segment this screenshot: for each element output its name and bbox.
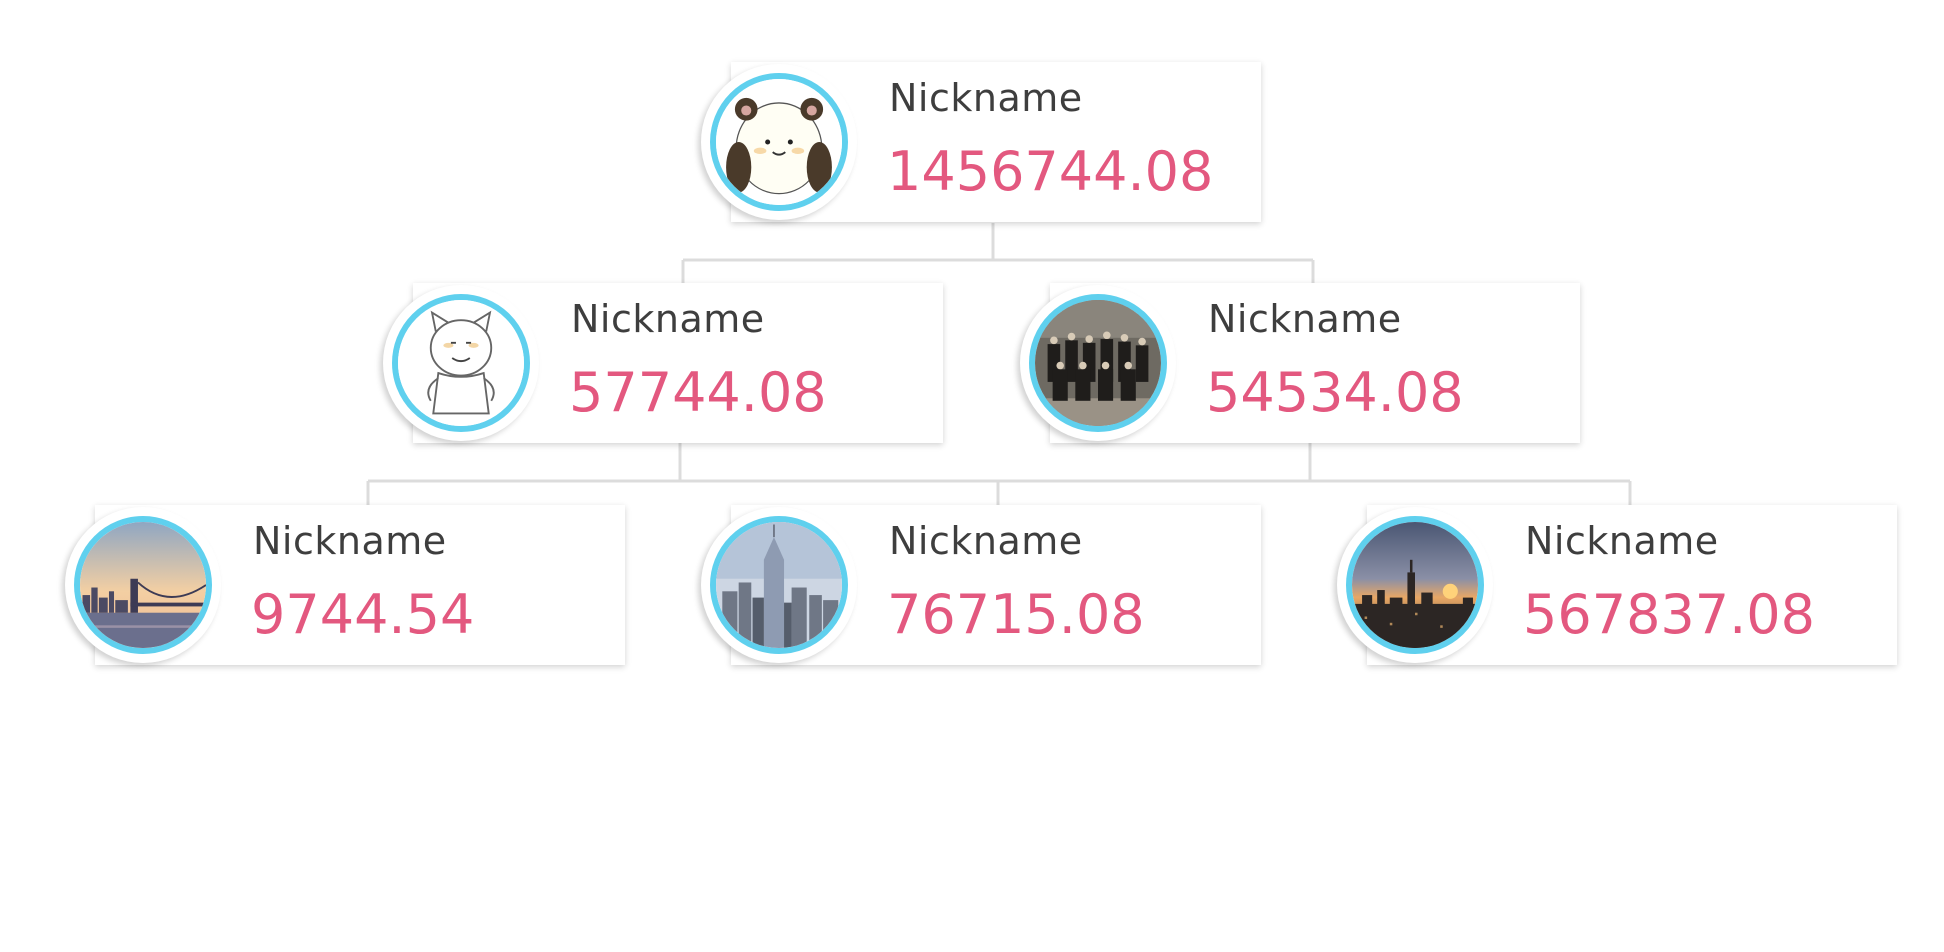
member-nickname: Nickname xyxy=(889,76,1083,120)
member-nickname: Nickname xyxy=(253,519,447,563)
referral-tree: Nickname 1456744.08 Nickname 57744.08 Ni… xyxy=(0,0,1944,952)
avatar[interactable] xyxy=(1337,507,1493,663)
member-nickname: Nickname xyxy=(889,519,1083,563)
member-amount: 57744.08 xyxy=(569,361,827,424)
panda-cartoon-avatar-icon xyxy=(710,73,848,211)
member-card-root[interactable]: Nickname 1456744.08 xyxy=(701,62,1262,222)
member-card-l2-a[interactable]: Nickname 9744.54 xyxy=(65,505,626,665)
avatar[interactable] xyxy=(701,64,857,220)
member-amount: 54534.08 xyxy=(1206,361,1464,424)
member-amount: 567837.08 xyxy=(1523,583,1816,646)
skyscraper-city-avatar-icon xyxy=(710,516,848,654)
member-amount: 76715.08 xyxy=(887,583,1145,646)
bridge-skyline-avatar-icon xyxy=(74,516,212,654)
avatar[interactable] xyxy=(65,507,221,663)
member-card-l2-c[interactable]: Nickname 567837.08 xyxy=(1337,505,1898,665)
group-photo-avatar-icon xyxy=(1029,294,1167,432)
member-amount: 9744.54 xyxy=(251,583,475,646)
avatar[interactable] xyxy=(1020,285,1176,441)
member-card-l1-right[interactable]: Nickname 54534.08 xyxy=(1020,283,1581,443)
sunset-city-avatar-icon xyxy=(1346,516,1484,654)
member-amount: 1456744.08 xyxy=(887,140,1214,203)
avatar[interactable] xyxy=(701,507,857,663)
member-nickname: Nickname xyxy=(571,297,765,341)
member-nickname: Nickname xyxy=(1525,519,1719,563)
member-card-l2-b[interactable]: Nickname 76715.08 xyxy=(701,505,1262,665)
avatar[interactable] xyxy=(383,285,539,441)
member-card-l1-left[interactable]: Nickname 57744.08 xyxy=(383,283,944,443)
cartoon-character-sketch-avatar-icon xyxy=(392,294,530,432)
member-nickname: Nickname xyxy=(1208,297,1402,341)
